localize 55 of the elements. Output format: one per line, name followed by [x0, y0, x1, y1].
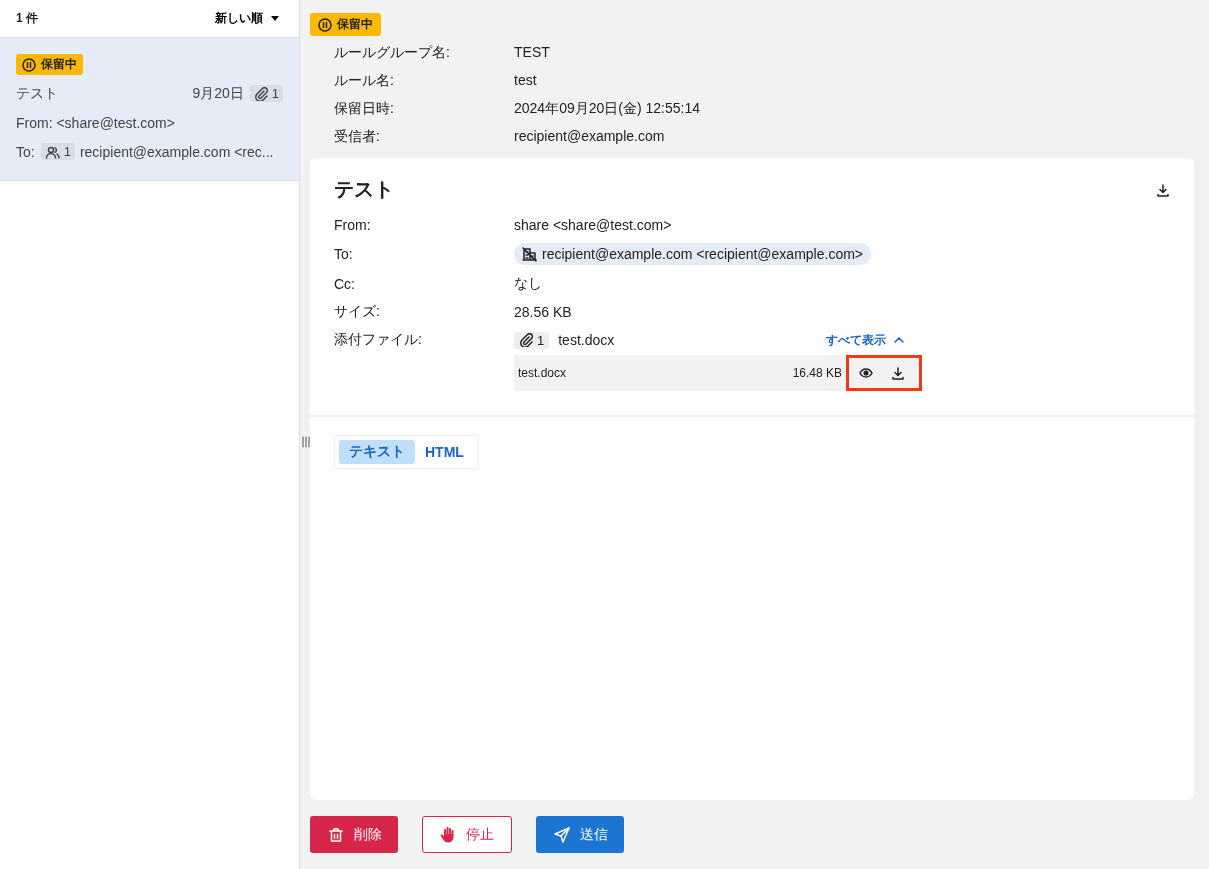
field-value: TEST	[514, 43, 551, 62]
hand-icon	[440, 826, 456, 843]
recipient-label: To:	[16, 143, 35, 160]
file-name: test.docx	[518, 366, 568, 380]
sort-dropdown[interactable]: 新しい順	[215, 10, 279, 27]
field-label: 受信者:	[334, 127, 381, 146]
dropdown-caret-icon	[271, 16, 279, 21]
field-label: 添付ファイル:	[334, 331, 423, 349]
download-icon[interactable]	[891, 366, 905, 380]
field-value: 2024年09月20日(金) 12:55:14	[514, 99, 701, 118]
field-value: 28.56 KB	[514, 304, 573, 320]
field-label: From:	[334, 217, 372, 233]
file-size: 16.48 KB	[792, 366, 842, 380]
stop-button[interactable]: 停止	[422, 816, 512, 853]
message-date: 9月20日	[192, 84, 244, 103]
splitter-handle-icon[interactable]	[302, 436, 310, 448]
field-label: サイズ:	[334, 303, 381, 321]
status-badge: 保留中	[310, 13, 381, 36]
field-value: test	[514, 71, 538, 90]
download-icon[interactable]	[1156, 182, 1170, 197]
attachment-name: test.docx	[558, 332, 615, 348]
field-label: To:	[334, 246, 354, 262]
result-count: 1 件	[16, 10, 38, 27]
view-tab[interactable]: テキスト	[339, 440, 415, 464]
field-label: Cc:	[334, 276, 356, 292]
show-all-toggle[interactable]: すべて表示	[826, 331, 906, 349]
people-icon	[44, 144, 60, 159]
pause-icon	[318, 17, 332, 32]
building-icon	[522, 246, 537, 262]
paperclip-icon	[253, 86, 268, 101]
eye-icon[interactable]	[859, 366, 873, 380]
paperclip-icon	[519, 333, 533, 347]
recipient-count-chip: 1	[40, 143, 75, 160]
field-label: ルールグループ名:	[334, 43, 451, 62]
send-icon	[554, 826, 570, 843]
trash-icon	[328, 826, 344, 843]
attachment-count-chip: 1	[514, 331, 550, 349]
field-value: recipient@example.com	[514, 127, 666, 146]
view-tab[interactable]: HTML	[415, 440, 474, 464]
message-list-item[interactable]: 保留中 テスト 9月20日 1 From: <share@test.com> To: 1 recipient@example.com <rec...	[0, 38, 299, 181]
pause-icon	[22, 57, 36, 72]
message-subject: テスト	[16, 84, 59, 103]
message-subject: テスト	[334, 177, 394, 202]
message-recipient: recipient@example.com <rec...	[79, 143, 274, 160]
field-label: ルール名:	[334, 71, 395, 90]
field-value: なし	[514, 275, 543, 293]
recipient-chip: recipient@example.com <recipient@example.com>	[514, 243, 871, 265]
status-badge: 保留中	[16, 54, 83, 75]
delete-button[interactable]: 削除	[310, 816, 398, 853]
caret-icon	[892, 334, 906, 346]
field-value: share <share@test.com>	[514, 217, 673, 233]
send-button[interactable]: 送信	[536, 816, 624, 853]
field-label: 保留日時:	[334, 99, 395, 118]
message-sender: From: <share@test.com>	[16, 114, 175, 131]
attachment-count-chip: 1	[249, 85, 283, 102]
